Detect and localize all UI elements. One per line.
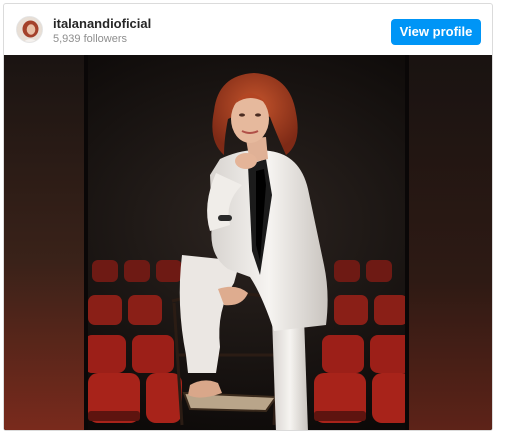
follower-count: 5,939 followers	[53, 33, 127, 45]
right-curtain	[409, 55, 492, 430]
theater-portrait-image	[4, 55, 492, 430]
post-photo[interactable]	[4, 55, 492, 430]
instagram-embed-card: italanandioficial 5,939 followers View p…	[3, 3, 493, 431]
left-curtain	[4, 55, 84, 430]
embed-header: italanandioficial 5,939 followers View p…	[4, 4, 492, 54]
view-profile-button[interactable]: View profile	[391, 19, 481, 45]
profile-avatar[interactable]	[16, 16, 43, 43]
avatar-icon	[17, 17, 42, 42]
profile-username[interactable]: italanandioficial	[53, 16, 151, 31]
